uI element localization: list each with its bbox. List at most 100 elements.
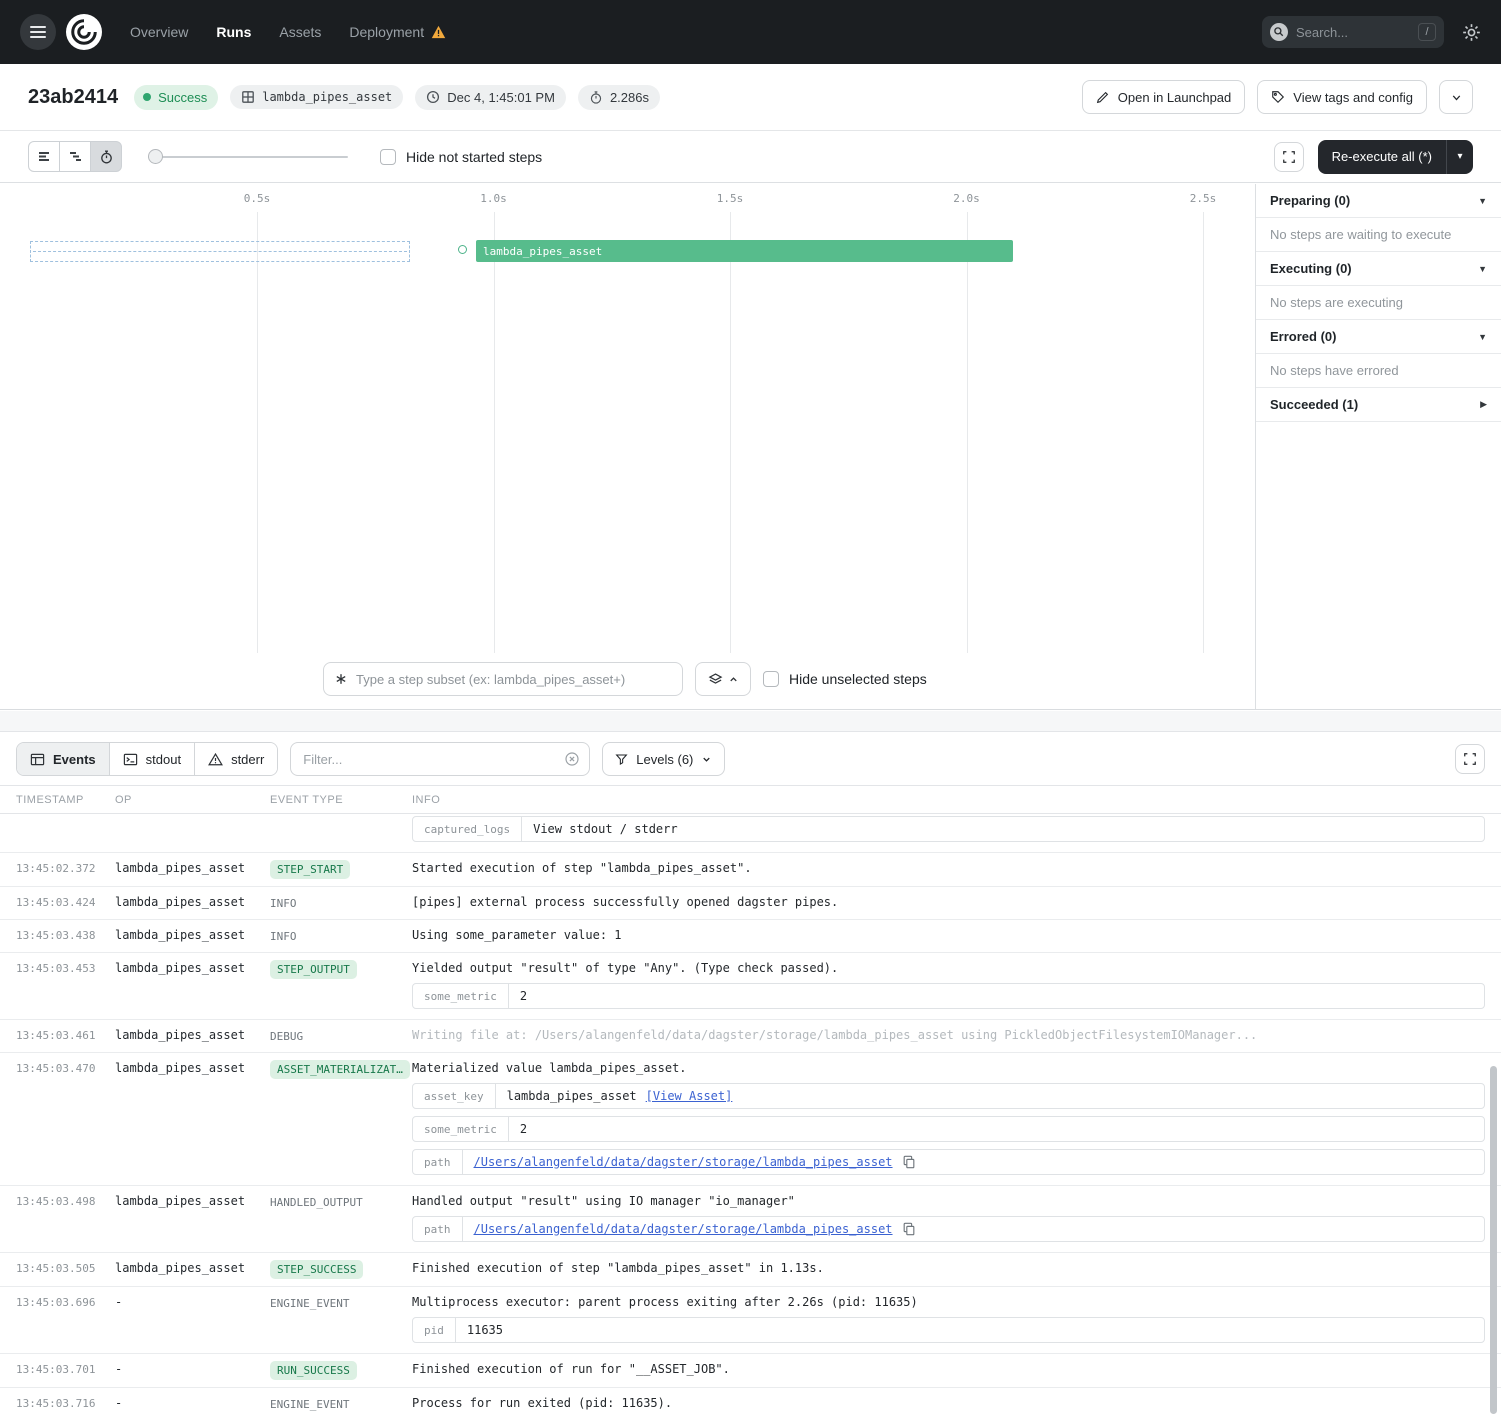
event-type-cell: INFO [270,894,412,912]
settings-gear-icon[interactable] [1462,23,1481,42]
metadata-value: 2 [509,1117,538,1141]
event-type-tag: INFO [270,897,297,910]
gantt-toolbar: Hide not started steps Re-execute all (*… [0,131,1501,183]
metadata-path-link[interactable]: /Users/alangenfeld/data/dagster/storage/… [474,1222,893,1236]
search-input[interactable] [1296,25,1410,40]
gantt-waterfall-view-button[interactable] [59,141,91,172]
table-row: captured_logsView stdout / stderr [0,814,1501,853]
metadata-text: 11635 [467,1323,503,1337]
event-type-cell: ASSET_MATERIALIZAT… [270,1060,412,1178]
event-message: Yielded output "result" of type "Any". (… [412,960,1501,976]
event-info-cell: Finished execution of run for "__ASSET_J… [412,1361,1501,1380]
event-type-cell: ENGINE_EVENT [270,1395,412,1413]
tab-label: stdout [146,752,181,767]
table-row: 13:45:03.461lambda_pipes_assetDEBUGWriti… [0,1020,1501,1053]
table-row: 13:45:03.424lambda_pipes_assetINFO[pipes… [0,887,1501,920]
event-info-cell: [pipes] external process successfully op… [412,894,1501,912]
open-launchpad-button[interactable]: Open in Launchpad [1082,80,1245,114]
zoom-slider[interactable] [148,141,348,172]
menu-button[interactable] [20,14,56,50]
nav-item-runs[interactable]: Runs [216,24,251,40]
event-type-cell: STEP_OUTPUT [270,960,412,1012]
gantt-step-bar[interactable]: lambda_pipes_asset [476,240,1013,262]
event-info-cell: Writing file at: /Users/alangenfeld/data… [412,1027,1501,1045]
event-message: Materialized value lambda_pipes_asset. [412,1060,1501,1076]
dagster-logo[interactable] [66,14,102,50]
sidebar-section-header[interactable]: Succeeded (1)▶ [1256,388,1501,422]
op-selector-icon [334,672,348,686]
event-log-toolbar: Events stdout stderr Levels (6) [0,733,1501,785]
gantt-flat-view-button[interactable] [28,141,60,172]
filter-clear-icon[interactable] [564,751,580,767]
metadata-path-link[interactable]: /Users/alangenfeld/data/dagster/storage/… [474,1155,893,1169]
step-subset-inputbox[interactable] [323,662,683,696]
event-type-tag: ENGINE_EVENT [270,1297,349,1310]
log-filter-input[interactable] [303,752,557,767]
metadata-entry: some_metric2 [412,983,1485,1009]
sidebar-section-header[interactable]: Executing (0)▼ [1256,252,1501,286]
metadata-entry: pid11635 [412,1317,1485,1343]
axis-tick-label: 1.0s [480,192,507,205]
metadata-key: asset_key [413,1084,496,1108]
column-timestamp: TIMESTAMP [16,794,115,806]
search-icon [1270,23,1288,41]
axis-tick-label: 1.5s [717,192,744,205]
asset-tag[interactable]: lambda_pipes_asset [230,85,403,109]
log-fullscreen-button[interactable] [1455,744,1485,774]
hide-unselected-checkbox[interactable] [763,671,779,687]
run-id: 23ab2414 [28,86,118,109]
reexecute-all-button[interactable]: Re-execute all (*) [1318,140,1446,174]
reexecute-options-caret[interactable]: ▾ [1446,140,1473,174]
status-badge: Success [134,85,218,110]
tab-stdout[interactable]: stdout [109,743,194,775]
reexecute-split-button: Re-execute all (*) ▾ [1318,140,1473,174]
tab-events[interactable]: Events [17,743,109,775]
axis-tick-label: 2.5s [1190,192,1217,205]
table-row: 13:45:02.372lambda_pipes_assetSTEP_START… [0,853,1501,887]
axis-tick-label: 2.0s [953,192,980,205]
view-tags-config-button[interactable]: View tags and config [1257,80,1427,114]
expand-icon [1463,752,1477,766]
copy-icon[interactable] [902,1222,916,1236]
event-type-tag: HANDLED_OUTPUT [270,1196,363,1209]
table-row: 13:45:03.716-ENGINE_EVENTProcess for run… [0,1388,1501,1416]
step-subset-input[interactable] [356,672,672,687]
run-actions-chevron-button[interactable] [1439,80,1473,114]
status-label: Success [158,90,207,105]
event-timestamp: 13:45:03.438 [16,927,115,945]
nav-item-assets[interactable]: Assets [279,24,321,40]
copy-icon[interactable] [902,1155,916,1169]
event-info-cell: Handled output "result" using IO manager… [412,1193,1501,1245]
gantt-fullscreen-button[interactable] [1274,142,1304,172]
event-message: [pipes] external process successfully op… [412,894,1501,910]
sidebar-section-header[interactable]: Preparing (0)▼ [1256,184,1501,218]
events-scrollbar[interactable] [1490,1066,1497,1414]
sidebar-section-body: No steps are waiting to execute [1256,218,1501,252]
view-asset-link[interactable]: [View Asset] [646,1089,733,1103]
table-row: 13:45:03.498lambda_pipes_assetHANDLED_OU… [0,1186,1501,1253]
event-message: Started execution of step "lambda_pipes_… [412,860,1501,876]
flat-view-icon [37,149,52,164]
event-info-cell: Process for run exited (pid: 11635). [412,1395,1501,1413]
axis-tick-label: 0.5s [244,192,271,205]
metadata-value: 2 [509,984,538,1008]
gantt-timed-view-button[interactable] [90,141,122,172]
gridline [494,212,495,653]
event-type-tag: STEP_START [270,860,350,879]
nav-item-overview[interactable]: Overview [130,24,188,40]
graph-query-layers-button[interactable] [695,662,751,696]
events-rows: captured_logsView stdout / stderr13:45:0… [0,814,1501,1416]
table-row: 13:45:03.438lambda_pipes_assetINFOUsing … [0,920,1501,953]
levels-filter-button[interactable]: Levels (6) [602,742,725,776]
search-box[interactable]: / [1262,16,1444,48]
nav-item-deployment[interactable]: Deployment [349,24,446,40]
hide-unselected-control: Hide unselected steps [763,671,927,687]
sidebar-section-header[interactable]: Errored (0)▼ [1256,320,1501,354]
log-filter-box[interactable] [290,742,590,776]
panel-resizer-handle[interactable] [0,711,1501,732]
metadata-entry: path/Users/alangenfeld/data/dagster/stor… [412,1216,1485,1242]
event-type-tag: ENGINE_EVENT [270,1398,349,1411]
hide-not-started-checkbox[interactable] [380,149,396,165]
tab-stderr[interactable]: stderr [194,743,277,775]
zoom-slider-knob[interactable] [148,149,163,164]
